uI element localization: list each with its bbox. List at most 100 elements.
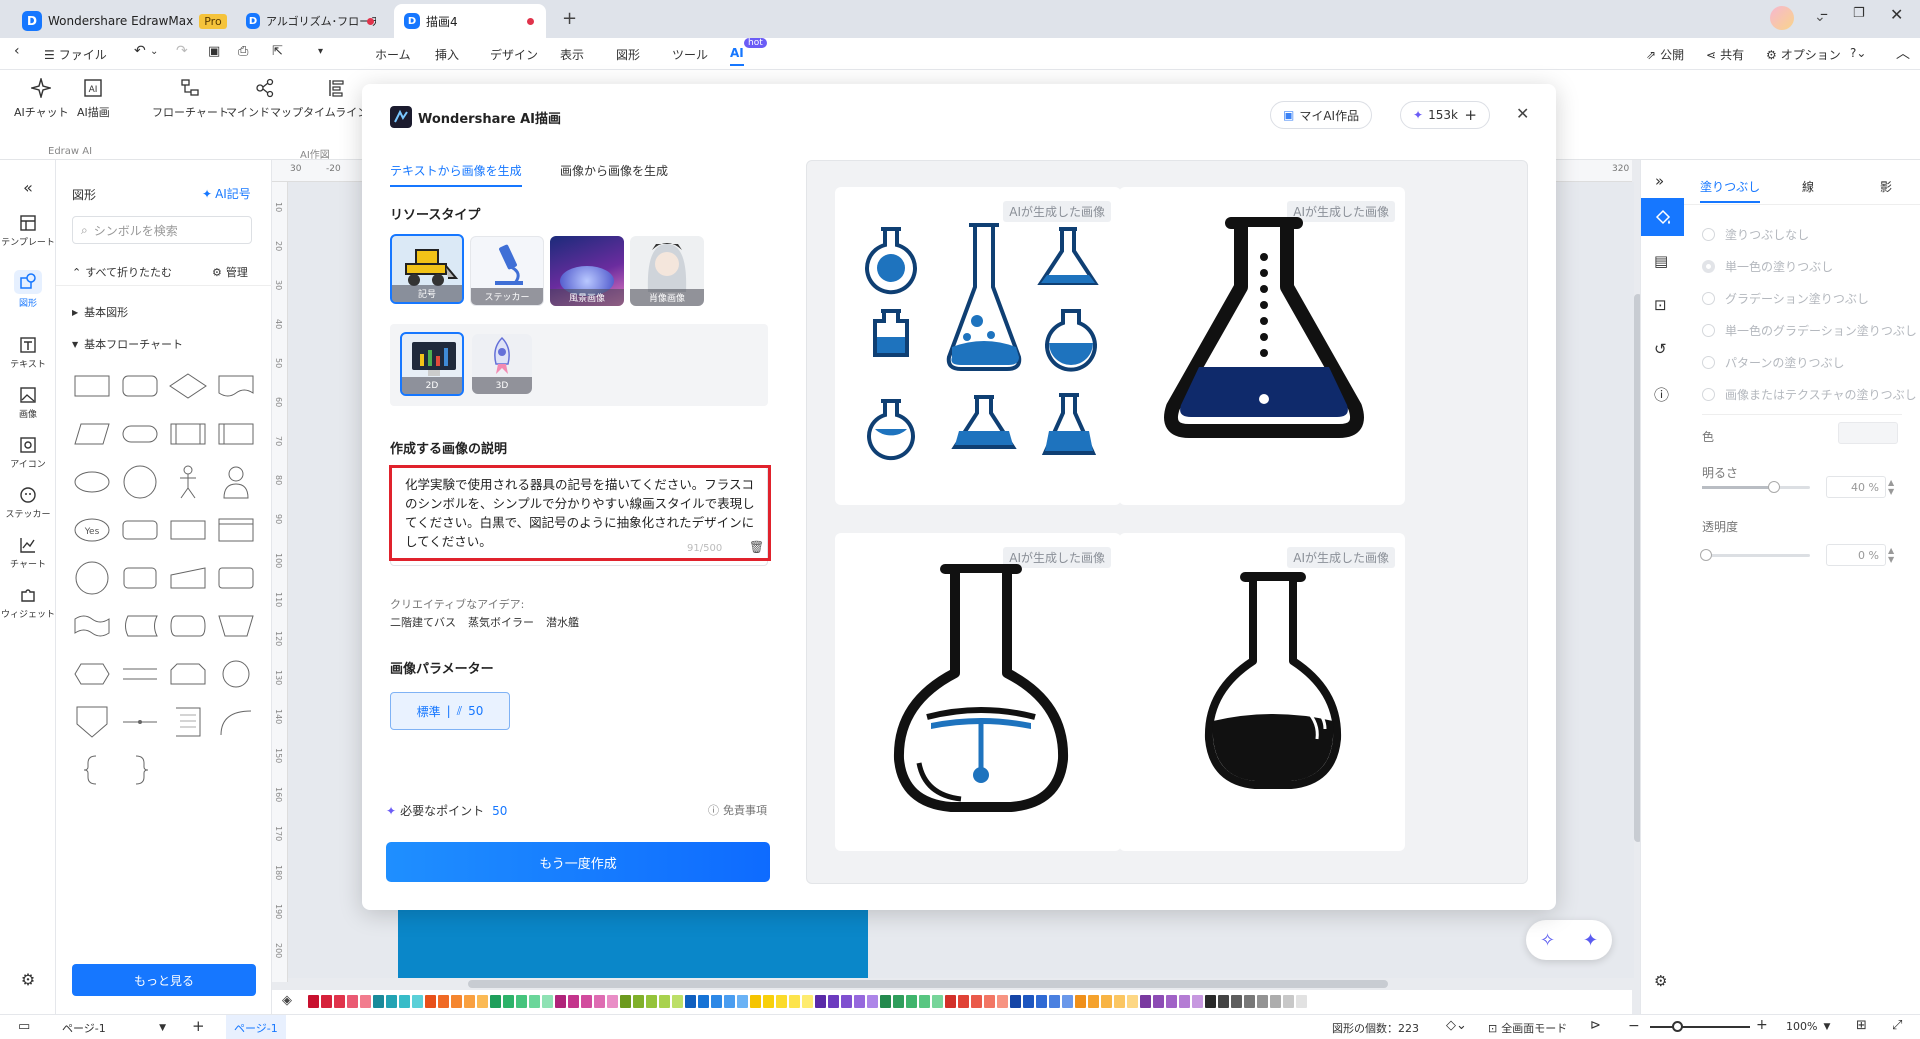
fill-picker-icon[interactable]: ◈ <box>282 993 292 1008</box>
horizontal-scrollbar[interactable] <box>468 980 1388 988</box>
layers-icon[interactable]: ◇⌄ <box>1446 1018 1467 1033</box>
color-swatch[interactable] <box>308 995 319 1008</box>
resource-symbol-tile[interactable]: 記号 <box>390 234 464 304</box>
color-swatch[interactable] <box>1140 995 1151 1008</box>
fit-page-icon[interactable]: ⊞ <box>1856 1018 1867 1033</box>
tab-home[interactable]: ホーム <box>375 46 411 63</box>
color-swatch[interactable] <box>555 995 566 1008</box>
share-button[interactable]: ⋖ 共有 <box>1706 46 1744 63</box>
document-shape[interactable] <box>216 366 256 406</box>
stored-data-shape[interactable] <box>120 606 160 646</box>
brightness-input[interactable]: 40 % <box>1826 476 1886 498</box>
expand-panel-icon[interactable]: » <box>1655 172 1664 190</box>
collapse-all-button[interactable]: ⌃ すべて折りたたむ <box>72 264 172 280</box>
color-swatch[interactable] <box>776 995 787 1008</box>
terminator-shape[interactable] <box>120 414 160 454</box>
color-swatch[interactable] <box>919 995 930 1008</box>
color-swatch[interactable] <box>1101 995 1112 1008</box>
close-dialog-icon[interactable]: ✕ <box>1516 104 1529 123</box>
color-swatch[interactable] <box>854 995 865 1008</box>
tab-fill[interactable]: 塗りつぶし <box>1700 178 1761 203</box>
publish-button[interactable]: ⇗ 公開 <box>1646 46 1684 63</box>
display-shape[interactable] <box>120 558 160 598</box>
symbol-search-input[interactable]: ⌕ シンボルを検索 <box>72 216 252 244</box>
more-shapes-button[interactable]: もっと見る <box>72 964 256 996</box>
tab-design[interactable]: デザイン <box>490 46 538 63</box>
color-swatch[interactable] <box>1127 995 1138 1008</box>
color-swatch[interactable] <box>1205 995 1216 1008</box>
zoom-out-icon[interactable]: − <box>1628 1018 1640 1034</box>
color-swatch[interactable] <box>360 995 371 1008</box>
color-swatch[interactable] <box>1244 995 1255 1008</box>
ai-symbol-button[interactable]: ✦ AI記号 <box>202 185 251 202</box>
predefined-process-shape[interactable] <box>168 414 208 454</box>
drum-shape[interactable] <box>120 510 160 550</box>
ellipse-shape[interactable] <box>72 462 112 502</box>
color-swatch[interactable] <box>503 995 514 1008</box>
circle-small-shape[interactable] <box>216 654 256 694</box>
play-icon[interactable]: ⊳ <box>1590 1018 1601 1033</box>
color-swatch[interactable] <box>958 995 969 1008</box>
resource-portrait-tile[interactable]: 肖像画像 <box>630 236 704 306</box>
fill-gradient-radio[interactable]: グラデーション塗りつぶし <box>1702 290 1869 307</box>
transparency-slider[interactable] <box>1700 549 1810 561</box>
color-swatch[interactable] <box>763 995 774 1008</box>
image-params-button[interactable]: 標準 | ⫽ 50 <box>390 692 510 730</box>
tab-shapes[interactable]: 図形 <box>616 46 640 63</box>
result-image-card[interactable]: AIが生成した画像 <box>1119 187 1405 505</box>
color-swatch[interactable] <box>971 995 982 1008</box>
data-shape[interactable] <box>72 414 112 454</box>
redo-icon[interactable]: ↷ <box>176 43 188 59</box>
color-swatch[interactable] <box>1153 995 1164 1008</box>
tab-shadow[interactable]: 影 <box>1880 178 1892 195</box>
zoom-in-icon[interactable]: + <box>1756 1017 1768 1033</box>
rail-icons[interactable]: アイコン <box>0 436 56 470</box>
result-image-card[interactable]: AIが生成した画像 <box>1119 533 1405 851</box>
resource-sticker-tile[interactable]: ステッカー <box>470 236 544 306</box>
manual-input-shape[interactable] <box>168 558 208 598</box>
color-swatch[interactable] <box>581 995 592 1008</box>
color-swatch[interactable] <box>490 995 501 1008</box>
mindmap-button[interactable]: マインドマップ <box>226 78 303 120</box>
idea-chip[interactable]: 二階建てバス <box>390 614 456 630</box>
trash-icon[interactable]: 🗑 <box>749 540 764 554</box>
process-shape[interactable] <box>72 366 112 406</box>
tab-line[interactable]: 線 <box>1802 178 1814 195</box>
chevron-down-icon[interactable]: ⌄ <box>150 46 158 57</box>
card-shape[interactable] <box>168 510 208 550</box>
color-swatch[interactable] <box>737 995 748 1008</box>
tab-image-to-image[interactable]: 画像から画像を生成 <box>560 162 668 179</box>
user-shape[interactable] <box>216 462 256 502</box>
history-icon[interactable]: ↺ <box>1654 340 1667 358</box>
color-swatch[interactable] <box>1283 995 1294 1008</box>
result-image-card[interactable]: AIが生成した画像 <box>835 187 1121 505</box>
tab-tools[interactable]: ツール <box>672 46 708 63</box>
close-window-icon[interactable]: ✕ <box>1890 5 1903 24</box>
section-basic-flowchart[interactable]: ▼ 基本フローチャート <box>72 336 183 352</box>
credits-pill[interactable]: ✦ 153k + <box>1400 101 1490 129</box>
color-swatch[interactable] <box>1218 995 1229 1008</box>
color-swatch[interactable] <box>321 995 332 1008</box>
save-icon[interactable]: ▣ <box>208 44 220 59</box>
settings-gear-icon[interactable]: ⚙ <box>0 970 56 989</box>
color-swatch[interactable] <box>1257 995 1268 1008</box>
color-swatch[interactable] <box>1179 995 1190 1008</box>
arc-shape[interactable] <box>216 702 256 742</box>
color-swatch[interactable] <box>828 995 839 1008</box>
color-swatch[interactable] <box>438 995 449 1008</box>
tab-text-to-image[interactable]: テキストから画像を生成 <box>390 162 522 187</box>
color-swatch[interactable] <box>880 995 891 1008</box>
undo-icon[interactable]: ↶ <box>134 43 146 59</box>
color-swatch[interactable] <box>1838 422 1898 444</box>
color-swatch[interactable] <box>594 995 605 1008</box>
color-swatch[interactable] <box>1114 995 1125 1008</box>
color-swatch[interactable] <box>620 995 631 1008</box>
color-swatch[interactable] <box>841 995 852 1008</box>
color-swatch[interactable] <box>477 995 488 1008</box>
slider-handle[interactable] <box>1768 481 1780 493</box>
rail-shapes[interactable]: 図形 <box>0 270 56 309</box>
tab-view[interactable]: 表示 <box>560 46 584 63</box>
table-shape[interactable] <box>216 510 256 550</box>
note-shape[interactable] <box>168 702 208 742</box>
color-swatch[interactable] <box>1062 995 1073 1008</box>
